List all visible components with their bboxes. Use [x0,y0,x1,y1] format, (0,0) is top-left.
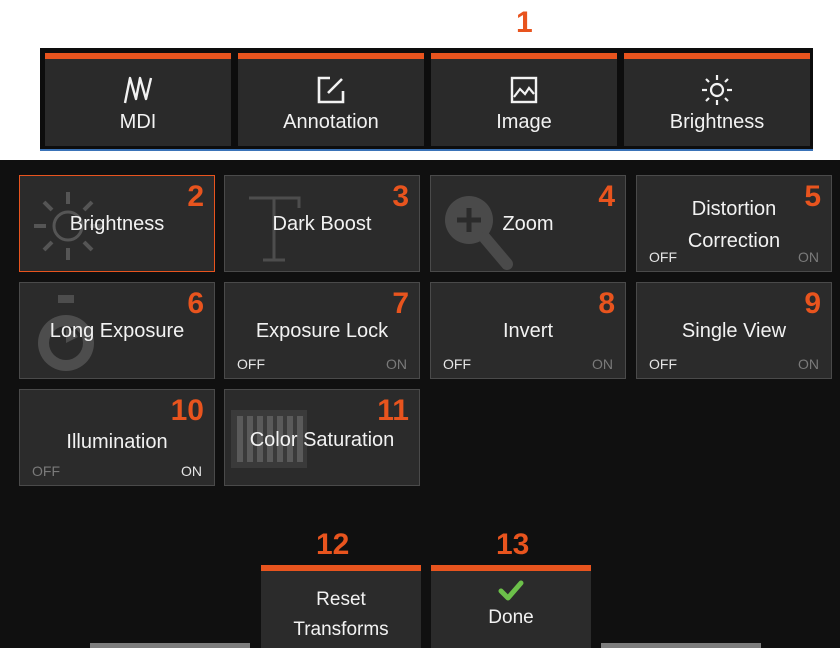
toggle-off-label: OFF [237,356,265,372]
menu-bar: MDI Annotation Image Brightness [40,48,813,151]
tile-color-saturation[interactable]: Color Saturation 11 [224,389,420,486]
tile-invert-label: Invert [502,320,554,342]
tab-image-label: Image [496,111,552,133]
tile-invert[interactable]: Invert 8 OFF ON [430,282,626,379]
callout-11: 11 [377,394,409,427]
tab-brightness-label: Brightness [669,111,765,133]
mdi-icon [123,76,153,104]
tab-mdi-label: MDI [119,111,157,133]
callout-4: 4 [598,180,615,213]
tile-distortion-label-line1: Distortion [691,198,777,220]
reset-button-line1: Reset [316,589,366,610]
callout-1: 1 [516,6,533,39]
tile-brightness[interactable]: Brightness 2 [19,175,215,272]
toggle-on-label: ON [386,356,407,372]
menu-bar-underline [40,149,813,151]
callout-3: 3 [392,180,409,213]
tab-mdi[interactable]: MDI [45,53,231,146]
tile-single-view-label: Single View [681,320,787,342]
tile-exposure-lock[interactable]: Exposure Lock 7 OFF ON [224,282,420,379]
callout-2: 2 [187,180,204,213]
callout-8: 8 [598,287,615,320]
tile-zoom[interactable]: Zoom 4 [430,175,626,272]
tile-single-view[interactable]: Single View 9 OFF ON [636,282,832,379]
reset-transforms-button[interactable]: Reset Transforms [261,565,421,648]
toggle-off-label: OFF [32,463,60,479]
toggle-off-label: OFF [649,356,677,372]
tab-annotation[interactable]: Annotation [238,53,424,146]
tile-brightness-label: Brightness [69,213,165,235]
soft-key-placeholder [601,643,761,648]
tab-annotation-label: Annotation [283,111,379,133]
tile-dark-boost-label: Dark Boost [272,213,372,235]
image-icon [510,76,538,104]
tile-distortion-correction[interactable]: Distortion Correction 5 OFF ON [636,175,832,272]
done-button-label: Done [488,607,534,628]
reset-button-line2: Transforms [293,619,389,640]
toggle-on-label: ON [798,356,819,372]
tile-long-exposure[interactable]: Long Exposure 6 [19,282,215,379]
tab-brightness[interactable]: Brightness [624,53,810,146]
tile-dark-boost[interactable]: Dark Boost 3 [224,175,420,272]
toggle-off-label: OFF [443,356,471,372]
toggle-on-label: ON [181,463,202,479]
callout-12: 12 [316,528,350,561]
toggle-on-label: ON [592,356,613,372]
toggle-off-label: OFF [649,249,677,265]
tile-long-exposure-label: Long Exposure [49,320,185,342]
checkmark-icon [498,580,524,601]
tile-illumination-label: Illumination [66,431,168,453]
callout-10: 10 [170,394,204,427]
callout-7: 7 [392,287,409,320]
soft-key-placeholder [90,643,250,648]
tile-illumination[interactable]: Illumination 10 OFF ON [19,389,215,486]
tile-exposure-lock-label: Exposure Lock [255,320,389,342]
callout-9: 9 [804,287,821,320]
tile-zoom-label: Zoom [502,213,554,235]
callout-6: 6 [187,287,204,320]
toggle-on-label: ON [798,249,819,265]
callout-13: 13 [496,528,530,561]
tile-color-saturation-label: Color Saturation [249,429,395,451]
done-button[interactable]: Done [431,565,591,648]
tab-image[interactable]: Image [431,53,617,146]
annotation-icon [317,76,345,104]
brightness-icon [702,75,732,105]
callout-5: 5 [804,180,821,213]
